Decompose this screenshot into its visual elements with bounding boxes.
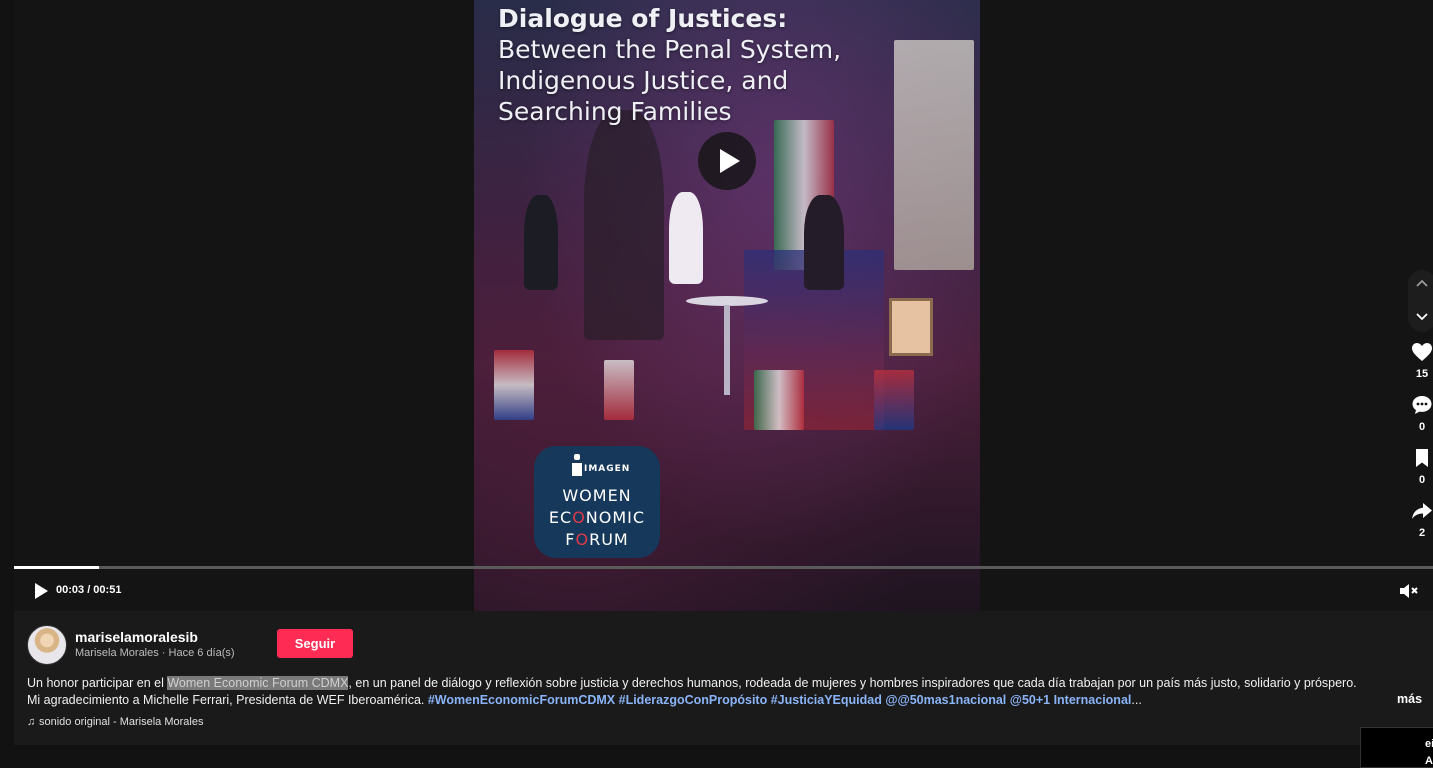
video-title-line: Dialogue of Justices: (498, 4, 788, 33)
flag-decoration (604, 360, 634, 420)
author-subline: Marisela Morales · Hace 6 día(s) (75, 647, 235, 659)
save-count: 0 (1418, 474, 1426, 486)
video-title-line: Between the Penal System, (498, 35, 842, 64)
author-username[interactable]: mariselamoralesib (75, 629, 198, 645)
caption-highlight: Women Economic Forum CDMX (167, 676, 349, 690)
imagen-logo-icon (572, 454, 582, 476)
corner-popup[interactable]: ei A (1360, 727, 1433, 768)
bookmark-icon[interactable] (1410, 446, 1433, 470)
video-title-line: Indigenous Justice, and (498, 66, 789, 95)
imagen-logo-text: IMAGEN (584, 464, 631, 474)
save-action[interactable]: 0 (1408, 446, 1433, 486)
progress-fill (14, 566, 100, 569)
sound-label: sonido original - Marisela Morales (39, 716, 204, 728)
heart-icon[interactable] (1410, 340, 1433, 364)
music-note-icon: ♫ (27, 716, 36, 728)
flag-decoration (754, 370, 804, 430)
flag-decoration (494, 350, 534, 420)
flag-decoration (874, 370, 914, 430)
author-display-name: Marisela Morales (75, 647, 159, 659)
share-icon[interactable] (1410, 499, 1433, 523)
sound-link[interactable]: ♫ sonido original - Marisela Morales (27, 716, 203, 728)
chevron-up-icon[interactable] (1414, 276, 1430, 292)
post-caption: Un honor participar en el Women Economic… (27, 676, 1357, 707)
play-button[interactable] (32, 582, 50, 600)
share-action[interactable]: 2 (1408, 499, 1433, 539)
wef-logo-badge: IMAGEN WOMEN ECONOMIC FORUM (534, 446, 660, 558)
comment-count: 0 (1418, 421, 1426, 433)
wef-logo-word: FORUM (565, 530, 629, 549)
table-decoration (724, 305, 730, 395)
speaker-figure (524, 195, 558, 290)
wef-logo-word: ECONOMIC (548, 508, 646, 527)
corner-popup-text: ei (1425, 738, 1433, 750)
video-frame[interactable]: Dialogue of Justices: Between the Penal … (474, 0, 980, 611)
video-navigation (1408, 270, 1433, 332)
mute-button[interactable] (1398, 581, 1420, 601)
post-date: Hace 6 día(s) (168, 647, 235, 659)
speaker-figure (669, 192, 703, 284)
like-action[interactable]: 15 (1408, 340, 1433, 380)
play-icon (719, 149, 740, 173)
video-title-line: Searching Families (498, 97, 732, 126)
share-count: 2 (1418, 527, 1426, 539)
wef-logo-word: WOMEN (562, 486, 632, 505)
avatar[interactable] (27, 625, 67, 665)
mute-icon (1400, 584, 1418, 598)
play-icon (35, 583, 48, 599)
chevron-down-icon[interactable] (1414, 308, 1430, 324)
follow-button[interactable]: Seguir (277, 629, 353, 658)
corner-popup-text: A (1425, 755, 1433, 767)
video-title-overlay: Dialogue of Justices: Between the Penal … (498, 4, 978, 127)
post-info-panel: mariselamoralesib Marisela Morales · Hac… (14, 611, 1433, 745)
like-count: 15 (1415, 368, 1429, 380)
play-overlay-button[interactable] (698, 132, 756, 190)
more-button[interactable]: más (1397, 692, 1422, 706)
speaker-figure (584, 110, 664, 340)
progress-bar[interactable] (14, 566, 1433, 569)
comment-action[interactable]: 0 (1408, 393, 1433, 433)
portrait-frame (889, 298, 933, 356)
speaker-figure (804, 195, 844, 290)
video-player[interactable]: Dialogue of Justices: Between the Penal … (14, 0, 1433, 611)
time-display: 00:03 / 00:51 (56, 584, 122, 596)
caption-hashtags[interactable]: #WomenEconomicForumCDMX #LiderazgoConPro… (428, 693, 1132, 707)
comment-icon[interactable] (1410, 393, 1433, 417)
